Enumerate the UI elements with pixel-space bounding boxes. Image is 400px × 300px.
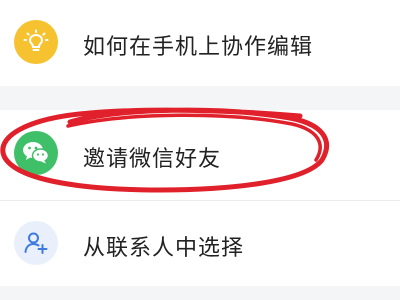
bottom-separator	[0, 286, 400, 300]
add-contact-icon	[14, 221, 58, 265]
section-separator	[0, 86, 400, 110]
share-options-screen: 如何在手机上协作编辑 邀请微信好友 从联系人中选择	[0, 0, 400, 300]
menu-item-label-invite-wechat: 邀请微信好友	[83, 147, 222, 172]
wechat-icon	[14, 131, 58, 175]
lightbulb-icon	[14, 20, 58, 64]
menu-item-label-choose-contacts: 从联系人中选择	[83, 236, 245, 261]
menu-item-label-collab-help: 如何在手机上协作编辑	[83, 35, 314, 60]
